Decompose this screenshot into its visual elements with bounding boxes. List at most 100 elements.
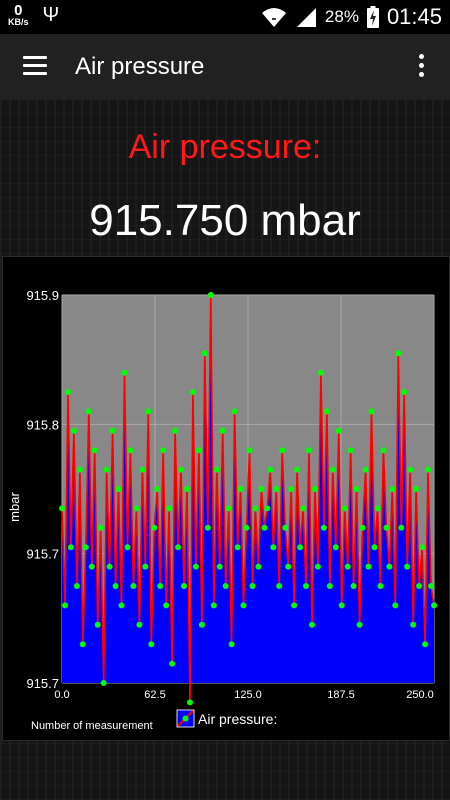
data-point [317,369,324,376]
network-speed-value: 0 [14,2,23,19]
data-point [178,466,184,473]
data-point [306,447,312,454]
network-speed-unit: KB/s [8,17,29,27]
data-point [249,583,256,589]
data-point [410,621,417,628]
data-point [380,447,387,454]
data-point [374,505,381,512]
wifi-icon [261,8,286,27]
data-point [428,583,434,589]
data-point [192,563,199,570]
data-point [338,602,345,609]
data-point [169,660,176,667]
data-point [210,602,217,609]
data-point [326,583,333,589]
data-point [386,563,393,570]
data-point [163,602,170,609]
y-axis-label: mbar [7,492,22,522]
clock: 01:45 [386,4,442,29]
data-point [207,292,214,298]
data-point [395,350,402,357]
data-point [189,389,196,395]
data-point [309,621,315,628]
data-point [97,524,104,531]
data-point [187,699,193,706]
data-point [359,524,366,531]
x-tick-label: 125.0 [234,689,262,701]
data-point [91,447,98,454]
data-point [198,621,205,628]
data-point [201,350,208,357]
data-point [82,544,89,551]
hamburger-menu-icon[interactable] [23,56,47,76]
usb-icon: Ψ [42,4,60,26]
data-point [76,466,83,473]
data-point [350,583,357,589]
data-point [347,447,354,454]
reading-value: 915.750 mbar [89,196,361,245]
data-point [255,563,262,570]
x-axis-label: Number of measurement [31,720,153,732]
data-point [314,563,321,570]
data-point [100,680,107,686]
data-point [103,466,110,473]
data-point [136,621,143,628]
data-point [353,486,360,492]
data-point [181,583,187,589]
data-point [285,563,292,570]
data-point [85,408,92,415]
data-point [70,427,77,434]
data-point [184,486,190,492]
data-point [431,602,437,609]
data-point [237,486,244,492]
data-point [234,544,241,551]
data-point [145,408,152,415]
data-point [392,602,399,609]
data-point [130,583,137,589]
data-point [270,544,277,551]
data-point [175,544,182,551]
data-point [148,641,155,648]
data-point [240,602,247,609]
data-point [213,466,220,473]
data-point [124,544,131,551]
data-point [356,621,363,628]
overflow-menu-icon[interactable] [418,54,426,80]
data-point [398,524,405,531]
battery-charging-icon [366,6,379,28]
data-point [216,563,223,570]
data-point [133,505,140,512]
data-point [282,524,289,531]
data-point [362,466,369,473]
data-point [288,486,295,492]
data-point [252,505,259,512]
y-axis-ticks: 915.9915.8915.7915.7 [26,288,59,691]
data-point [222,583,229,589]
pressure-chart: 915.9 915.8 915.7 915.7 0.0 62.5 125.0 187.5 25… [2,256,450,741]
data-point [246,447,253,454]
data-point [115,486,122,492]
y-tick-label: 915.8 [26,417,59,432]
data-point [65,389,71,395]
data-point [160,447,167,454]
data-point [365,563,372,570]
data-point [303,583,309,589]
data-point [225,505,232,512]
data-point [142,563,149,570]
data-point [219,427,226,434]
data-point [267,466,274,473]
data-point [154,486,161,492]
data-point [94,621,101,628]
x-axis-ticks: 0.0 62.5 125.0 187.5 250.0 [54,689,433,701]
data-point [279,447,286,454]
app-title: Air pressure [75,53,205,80]
data-point [404,563,411,570]
data-point [335,427,342,434]
y-tick-label: 915.7 [26,547,59,562]
data-point [258,486,265,492]
data-point [109,427,116,434]
data-point [273,486,280,492]
x-tick-label: 0.0 [54,689,69,701]
data-point [79,641,86,648]
data-point [172,427,179,434]
